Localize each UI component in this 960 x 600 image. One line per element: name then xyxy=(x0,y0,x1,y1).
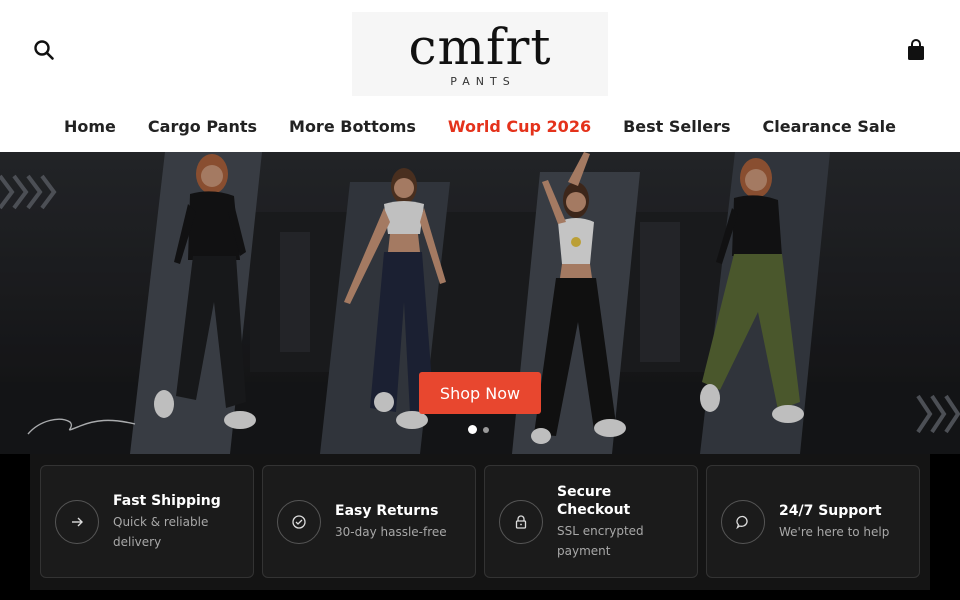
logo-tagline: PANTS xyxy=(450,74,516,88)
carousel-dot-1[interactable] xyxy=(468,425,477,434)
cart-button[interactable] xyxy=(902,36,930,64)
feature-title: Easy Returns xyxy=(335,502,439,519)
features-row: Fast Shipping Quick & reliable delivery … xyxy=(30,454,930,590)
feature-desc: We're here to help xyxy=(779,522,889,542)
feature-desc-line1: We're here to help xyxy=(779,524,890,539)
nav-item-world-cup-2026[interactable]: World Cup 2026 xyxy=(448,117,591,136)
logo-wordmark: cmfrt xyxy=(408,17,552,76)
feature-icon-circle xyxy=(721,499,765,544)
feature-card-support: 24/7 Support We're here to help xyxy=(706,465,920,578)
feature-desc-line1: Quick & reliable xyxy=(113,514,209,529)
check-circle-icon xyxy=(292,514,306,529)
lock-icon xyxy=(515,514,527,529)
carousel-dot-2[interactable] xyxy=(483,426,489,433)
shopping-bag-icon xyxy=(908,39,924,60)
brand-logo[interactable]: cmfrt PANTS xyxy=(352,12,608,96)
feature-desc: Quick & reliable delivery xyxy=(113,512,221,552)
nav-item-best-sellers[interactable]: Best Sellers xyxy=(623,117,730,136)
feature-title: 24/7 Support xyxy=(779,502,882,519)
site-header: cmfrt PANTS xyxy=(0,0,960,100)
main-nav: Home Cargo Pants More Bottoms World Cup … xyxy=(0,108,960,144)
feature-desc-line1: SSL encrypted xyxy=(557,523,644,538)
feature-title: Fast Shipping xyxy=(113,492,221,509)
nav-item-cargo-pants[interactable]: Cargo Pants xyxy=(148,117,257,136)
feature-desc-line1: 30-day hassle-free xyxy=(335,524,447,539)
nav-item-clearance-sale[interactable]: Clearance Sale xyxy=(762,117,896,136)
nav-item-home[interactable]: Home xyxy=(64,117,116,136)
shop-now-button[interactable]: Shop Now xyxy=(419,372,541,414)
nav-item-more-bottoms[interactable]: More Bottoms xyxy=(289,117,416,136)
feature-desc: SSL encrypted payment xyxy=(557,521,653,561)
feature-card-shipping: Fast Shipping Quick & reliable delivery xyxy=(40,465,254,578)
feature-card-checkout: Secure Checkout SSL encrypted payment xyxy=(484,465,698,578)
feature-desc: 30-day hassle-free xyxy=(335,522,447,542)
chat-bubble-icon xyxy=(736,515,748,529)
search-button[interactable] xyxy=(30,36,58,64)
feature-title: Secure Checkout xyxy=(557,483,631,518)
hero-banner[interactable]: Shop Now xyxy=(0,152,960,454)
feature-card-returns: Easy Returns 30-day hassle-free xyxy=(262,465,476,578)
feature-icon-circle xyxy=(499,499,543,544)
feature-desc-line2: payment xyxy=(557,543,611,558)
search-icon xyxy=(34,40,54,60)
carousel-dots xyxy=(468,425,489,434)
arrow-right-icon xyxy=(72,517,83,526)
feature-icon-circle xyxy=(277,499,321,544)
feature-icon-circle xyxy=(55,499,99,544)
features-section: Fast Shipping Quick & reliable delivery … xyxy=(0,454,960,600)
feature-desc-line2: delivery xyxy=(113,534,162,549)
